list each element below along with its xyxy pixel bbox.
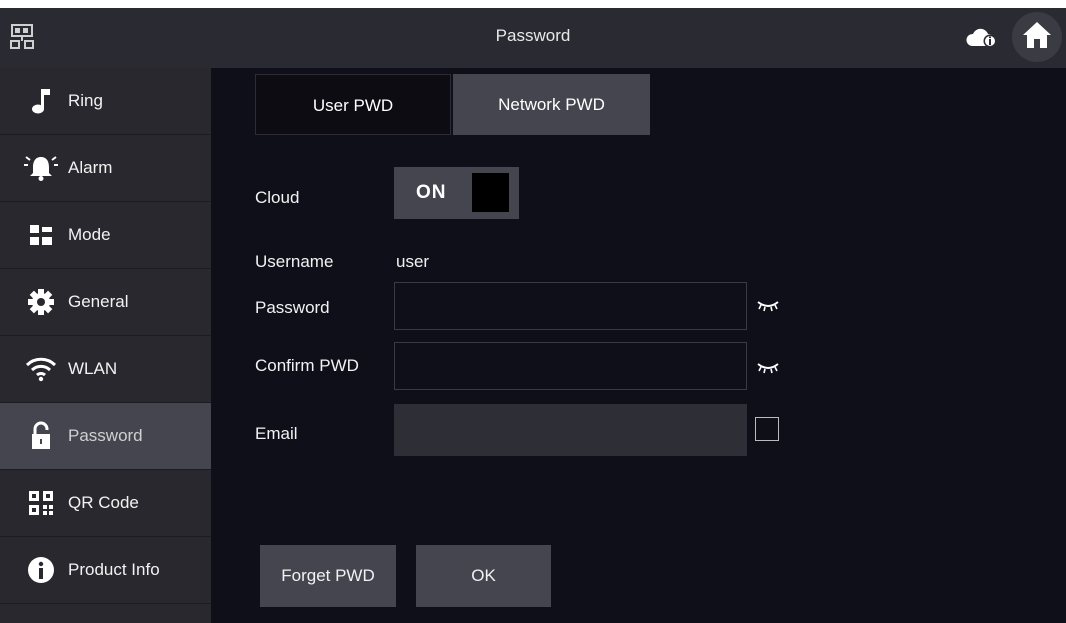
email-checkbox[interactable] [755,417,779,441]
sidebar-item-product-info[interactable]: Product Info [0,537,211,604]
top-bar: Password [0,8,1066,68]
device-screen: Password Ring Alarm Mode General WLAN Pa… [0,8,1066,623]
info-icon [24,555,58,585]
sidebar-item-label: General [68,292,129,311]
lock-icon [24,421,58,451]
password-field[interactable] [394,282,747,330]
home-button[interactable] [1012,12,1062,62]
sidebar-item-mode[interactable]: Mode [0,202,211,269]
username-value: user [396,252,430,271]
page-title: Password [495,26,571,45]
sidebar-item-label: Ring [68,91,103,110]
sidebar-item-alarm[interactable]: Alarm [0,135,211,202]
sidebar-item-label: Password [68,426,143,445]
email-label: Email [255,424,298,443]
username-label: Username [255,252,334,271]
forget-pwd-button[interactable]: Forget PWD [260,545,396,607]
alarm-bell-icon [24,153,58,183]
home-icon [1021,20,1053,55]
eye-closed-icon[interactable] [756,299,780,313]
cloud-info-icon [966,26,998,55]
sidebar-item-label: WLAN [68,359,118,378]
sidebar: Ring Alarm Mode General WLAN Password QR… [0,68,211,623]
cloud-toggle-state: ON [416,182,447,203]
sidebar-item-wlan[interactable]: WLAN [0,336,211,403]
email-field[interactable] [394,404,747,456]
music-note-icon [24,86,58,116]
sidebar-item-ring[interactable]: Ring [0,68,211,135]
sidebar-item-label: Mode [68,225,111,244]
sidebar-item-label: Product Info [68,560,160,579]
cloud-toggle[interactable]: ON [394,167,519,219]
sidebar-item-password[interactable]: Password [0,403,211,470]
wifi-icon [24,354,58,384]
toggle-knob [472,173,509,212]
sidebar-item-general[interactable]: General [0,269,211,336]
cloud-label: Cloud [255,188,300,207]
gear-icon [24,287,58,317]
confirm-pwd-field[interactable] [394,342,747,390]
eye-closed-icon[interactable] [756,361,780,375]
sidebar-item-label: QR Code [68,493,139,512]
tab-user-pwd[interactable]: User PWD [255,74,451,135]
sidebar-item-label: Alarm [68,158,113,177]
ok-button[interactable]: OK [416,545,551,607]
password-label: Password [255,298,330,317]
qr-code-icon [24,488,58,518]
sidebar-item-qr-code[interactable]: QR Code [0,470,211,537]
mode-grid-icon [24,220,58,250]
confirm-pwd-label: Confirm PWD [255,356,359,375]
tab-network-pwd[interactable]: Network PWD [453,74,650,135]
